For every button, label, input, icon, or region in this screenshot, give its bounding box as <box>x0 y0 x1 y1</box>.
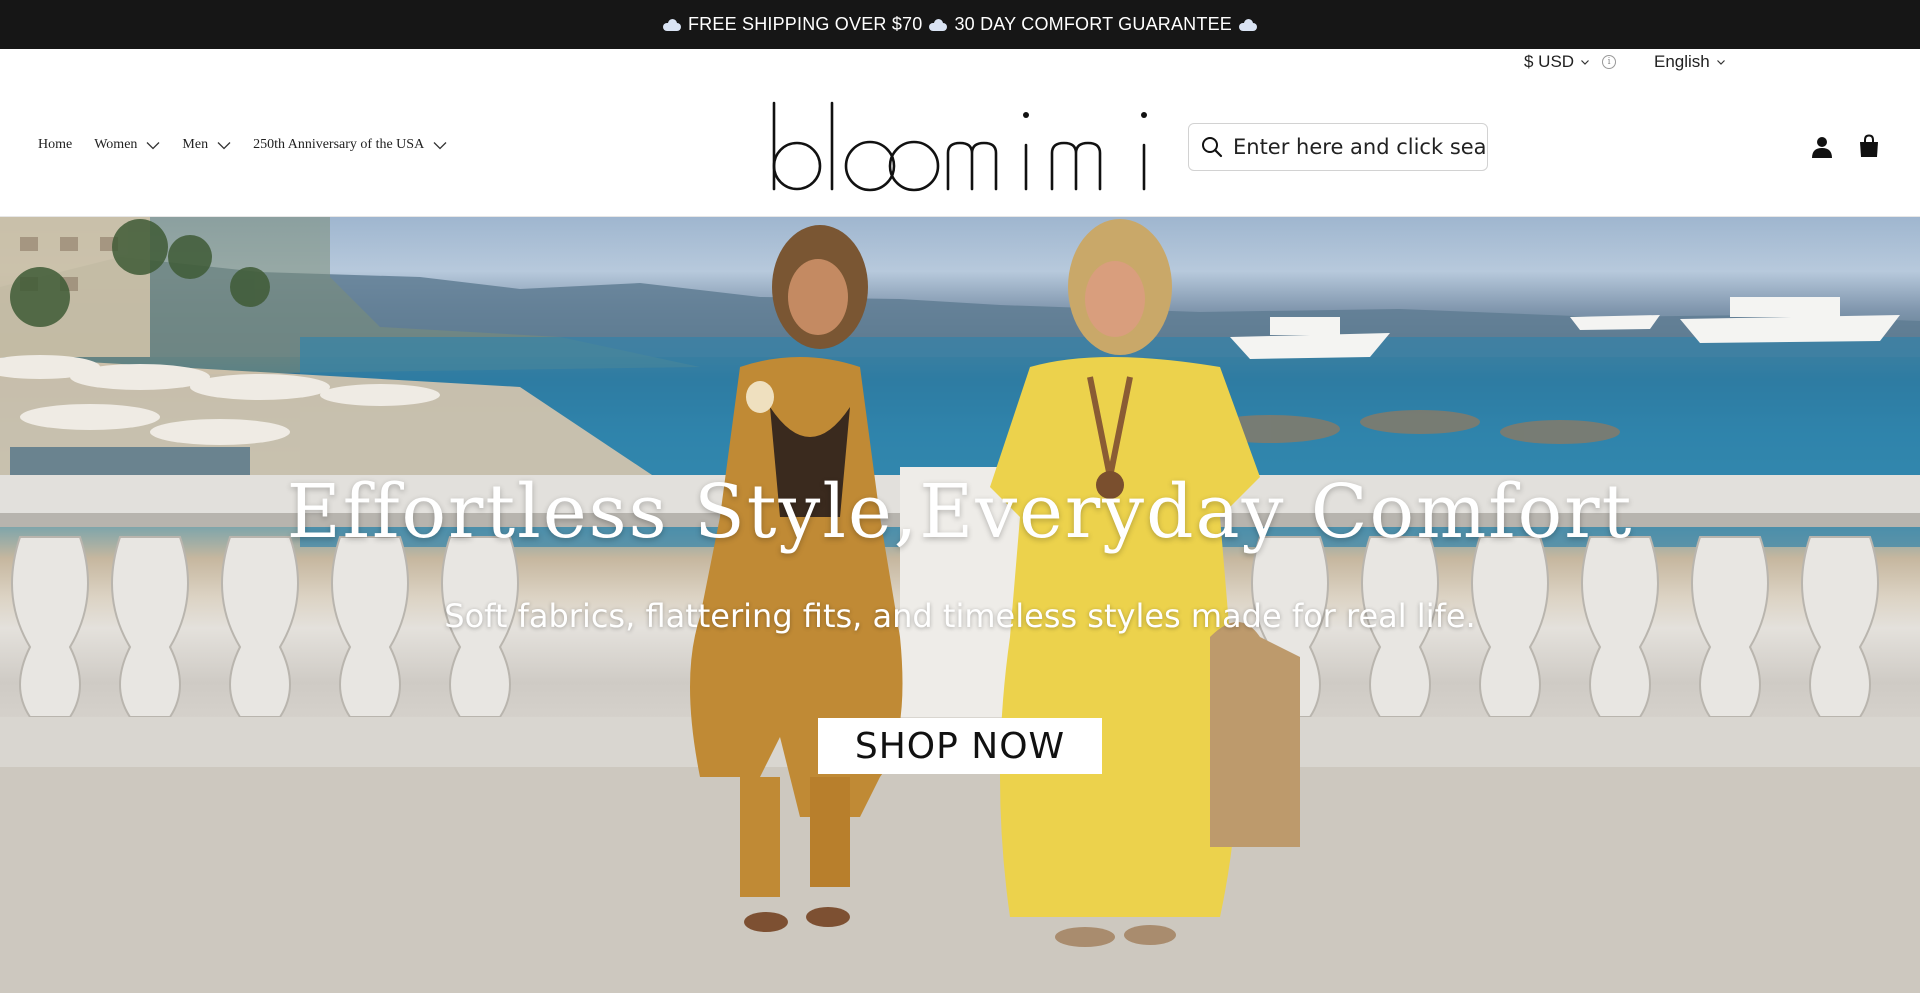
cloud-icon <box>928 18 948 31</box>
currency-label: $ USD <box>1524 52 1575 71</box>
chevron-down-icon <box>433 141 447 149</box>
site-header: Home Women Men 250th Anniversary of the … <box>0 77 1920 217</box>
bloomimi-logo[interactable] <box>770 101 1150 193</box>
announcement-bar: FREE SHIPPING OVER $70 30 DAY COMFORT GU… <box>0 0 1920 49</box>
cloud-icon <box>662 18 682 31</box>
hero-title: Effortless Style,Everyday Comfort <box>286 469 1634 555</box>
shop-now-button[interactable]: SHOP NOW <box>818 718 1102 774</box>
nav-item-men[interactable]: Men <box>182 137 231 153</box>
hero-banner[interactable]: Effortless Style,Everyday Comfort Soft f… <box>0 217 1920 993</box>
chevron-down-icon <box>1716 60 1725 65</box>
nav-item-label: 250th Anniversary of the USA <box>253 137 425 152</box>
language-selector[interactable]: English <box>1654 52 1726 72</box>
chevron-down-icon <box>146 141 160 149</box>
hero-subtitle: Soft fabrics, flattering fits, and timel… <box>444 597 1476 635</box>
nav-item-women[interactable]: Women <box>94 137 160 153</box>
nav-item-anniversary[interactable]: 250th Anniversary of the USA <box>253 137 447 153</box>
main-nav: Home Women Men 250th Anniversary of the … <box>38 137 469 153</box>
cloud-icon <box>1238 18 1258 31</box>
info-icon[interactable]: i <box>1602 55 1617 69</box>
account-icon[interactable] <box>1810 135 1834 159</box>
nav-item-label: Men <box>182 137 209 152</box>
nav-item-label: Women <box>94 137 138 152</box>
announcement-free-shipping: FREE SHIPPING OVER $70 <box>687 14 923 34</box>
chevron-down-icon <box>217 141 231 149</box>
chevron-down-icon <box>1581 60 1590 65</box>
currency-selector[interactable]: $ USD i <box>1524 52 1617 72</box>
search-icon[interactable] <box>1201 136 1223 158</box>
search-box[interactable] <box>1188 123 1488 171</box>
search-input[interactable] <box>1233 135 1487 159</box>
nav-item-label: Home <box>38 137 73 152</box>
utility-bar: $ USD i English <box>0 49 1920 77</box>
cart-icon[interactable] <box>1858 134 1880 158</box>
nav-item-home[interactable]: Home <box>38 137 72 153</box>
language-label: English <box>1654 52 1710 71</box>
announcement-guarantee: 30 DAY COMFORT GUARANTEE <box>954 14 1232 34</box>
